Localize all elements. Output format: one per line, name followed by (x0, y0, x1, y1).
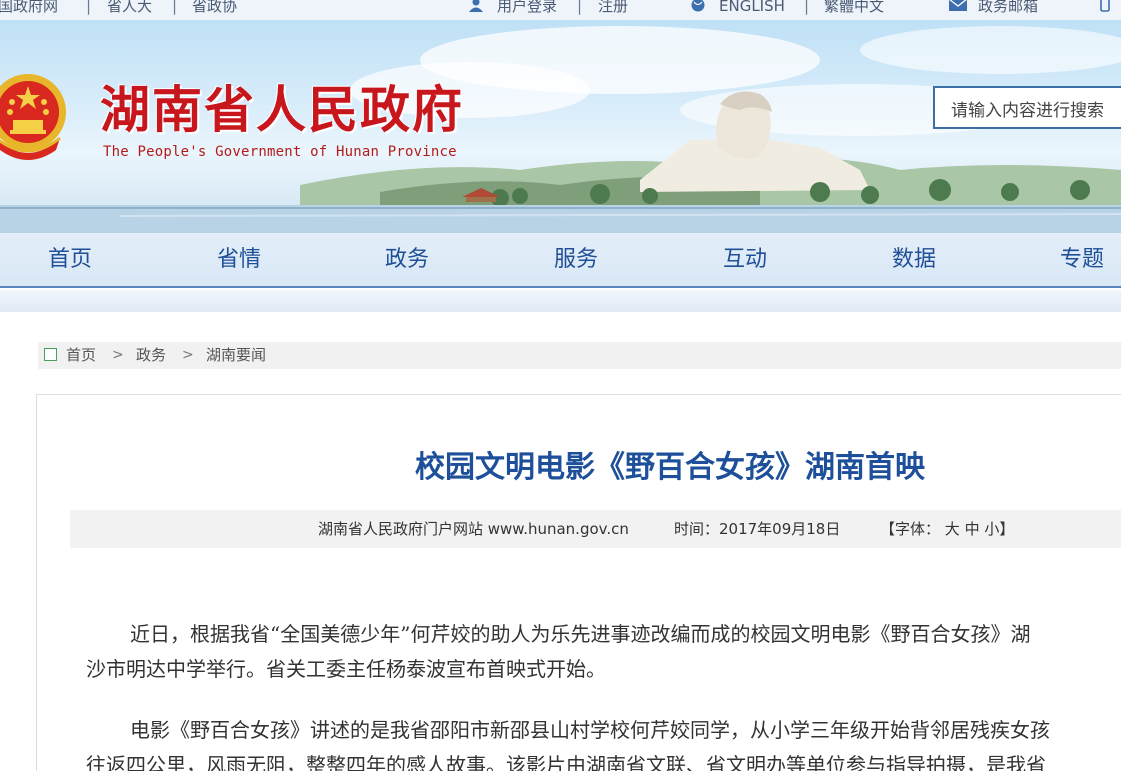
article-title: 校园文明电影《野百合女孩》湖南首映 (415, 450, 925, 485)
nav-item-home[interactable]: 首页 (48, 245, 92, 275)
nav-item-government-affairs[interactable]: 政务 (385, 245, 429, 275)
font-size-small-link[interactable]: 小 (984, 520, 999, 538)
user-icon (469, 0, 483, 12)
site-subtitle: The People's Government of Hunan Provinc… (103, 144, 457, 160)
breadcrumb: 首页 > 政务 > 湖南要闻 (38, 342, 1121, 369)
paragraph-2-line-1: 电影《野百合女孩》讲述的是我省邵阳市新邵县山村学校何芹姣同学，从小学三年级开始背… (130, 718, 1050, 742)
link-login[interactable]: 用户登录 (497, 0, 557, 16)
mail-icon (949, 0, 967, 11)
nav-item-interaction[interactable]: 互动 (723, 245, 767, 275)
article-time: 时间：2017年09月18日 (674, 520, 841, 538)
main-nav: 首页 省情 政务 服务 互动 数据 专题 (0, 233, 1121, 288)
link-register[interactable]: 注册 (598, 0, 628, 16)
breadcrumb-home[interactable]: 首页 (66, 346, 96, 364)
font-size-large-link[interactable]: 大 (945, 520, 960, 538)
paragraph-2-line-2: 往返四公里，风雨无阻，整整四年的感人故事。该影片由湖南省文联、省文明办等单位参与… (86, 753, 1046, 771)
breadcrumb-separator: > (182, 347, 194, 363)
link-npc[interactable]: 省人大 (107, 0, 152, 16)
national-emblem-icon (0, 74, 66, 160)
search-input[interactable]: 请输入内容进行搜索 (933, 86, 1121, 129)
font-size-control: 【字体： 大 中 小】 (880, 519, 1014, 539)
article-meta-bar: 湖南省人民政府门户网站 www.hunan.gov.cn 时间：2017年09月… (70, 510, 1121, 548)
font-size-medium-link[interactable]: 中 (965, 520, 980, 538)
nav-subbar (0, 290, 1121, 312)
site-title[interactable]: 湖南省人民政府 (100, 80, 464, 140)
divider: | (804, 0, 810, 15)
paragraph-1-line-1: 近日，根据我省“全国美德少年”何芹姣的助人为乐先进事迹改编而成的校园文明电影《野… (130, 622, 1031, 646)
link-traditional-chinese[interactable]: 繁體中文 (824, 0, 884, 16)
globe-icon (691, 0, 705, 12)
link-gov-mailbox[interactable]: 政务邮箱 (978, 0, 1038, 16)
breadcrumb-government-affairs[interactable]: 政务 (136, 346, 166, 364)
breadcrumb-hunan-news[interactable]: 湖南要闻 (206, 346, 266, 364)
breadcrumb-separator: > (112, 347, 124, 363)
search-placeholder: 请输入内容进行搜索 (951, 101, 1104, 121)
nav-item-services[interactable]: 服务 (554, 245, 598, 275)
top-bar: 国政府网 | 省人大 | 省政协 用户登录 | 注册 ENGLISH | 繁體中… (0, 0, 1121, 20)
font-size-bracket: 】 (999, 520, 1015, 538)
article-source: 湖南省人民政府门户网站 www.hunan.gov.cn (318, 520, 629, 538)
font-size-label: 【字体： (880, 520, 941, 538)
divider: | (172, 0, 178, 15)
paragraph-1-line-2: 沙市明达中学举行。省关工委主任杨泰波宣布首映式开始。 (86, 657, 606, 681)
location-square-icon (44, 348, 57, 361)
nav-item-province-info[interactable]: 省情 (217, 245, 261, 275)
divider: | (86, 0, 92, 15)
phone-icon[interactable] (1100, 0, 1110, 12)
link-gov-site[interactable]: 国政府网 (0, 0, 58, 16)
divider: | (577, 0, 583, 15)
link-english[interactable]: ENGLISH (719, 0, 785, 16)
nav-item-topics[interactable]: 专题 (1060, 245, 1104, 275)
link-cppcc[interactable]: 省政协 (192, 0, 237, 16)
nav-item-data[interactable]: 数据 (892, 245, 936, 275)
header-banner: 湖南省人民政府 The People's Government of Hunan… (0, 20, 1121, 233)
